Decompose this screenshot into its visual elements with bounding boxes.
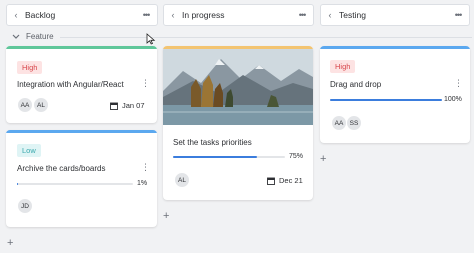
chevron-left-icon[interactable]: ‹ <box>7 10 25 20</box>
card-color-bar <box>6 130 157 133</box>
calendar-icon <box>110 102 118 110</box>
more-horizontal-icon[interactable]: ••• <box>291 10 313 20</box>
column-title: Backlog <box>25 10 56 20</box>
calendar-icon <box>267 177 275 185</box>
column-title: Testing <box>339 10 366 20</box>
chevron-down-icon[interactable] <box>12 34 20 40</box>
more-vertical-icon[interactable]: ⋮ <box>141 163 150 172</box>
column-title: In progress <box>182 10 225 20</box>
progress-fill <box>173 156 257 158</box>
column-header-testing: ‹ Testing ••• <box>320 4 470 26</box>
column-header-in-progress: ‹ In progress ••• <box>163 4 314 26</box>
add-card-button[interactable]: + <box>320 154 326 165</box>
card-cover-image <box>163 49 313 125</box>
card-title: Integration with Angular/React <box>17 80 124 89</box>
progress-value: 100% <box>444 96 462 103</box>
avatar: AL <box>174 172 190 188</box>
more-horizontal-icon[interactable]: ••• <box>447 10 469 20</box>
chevron-left-icon[interactable]: ‹ <box>321 10 339 20</box>
task-card[interactable]: High Integration with Angular/React ⋮ AA… <box>6 46 157 123</box>
progress-bar <box>17 183 133 185</box>
card-title: Set the tasks priorities <box>173 138 252 147</box>
column-header-backlog: ‹ Backlog ••• <box>6 4 158 26</box>
progress-value: 75% <box>289 153 304 160</box>
avatar: AA <box>17 97 33 113</box>
avatar: SS <box>346 115 362 131</box>
due-date: Dec 21 <box>267 176 303 185</box>
task-card[interactable]: Low Archive the cards/boards ⋮ 1% JD <box>6 130 157 227</box>
due-date-text: Jan 07 <box>122 101 145 110</box>
progress-bar <box>173 156 285 158</box>
task-card[interactable]: Set the tasks priorities 75% AL Dec 21 <box>163 46 313 200</box>
progress-fill <box>330 99 442 101</box>
priority-tag: Low <box>17 144 41 157</box>
progress-bar <box>330 99 442 101</box>
add-card-button[interactable]: + <box>163 211 169 222</box>
card-title: Archive the cards/boards <box>17 164 106 173</box>
swimlane-header[interactable]: Feature <box>12 32 54 41</box>
due-date-text: Dec 21 <box>279 176 303 185</box>
more-horizontal-icon[interactable]: ••• <box>135 10 157 20</box>
card-title: Drag and drop <box>330 80 382 89</box>
add-swimlane-button[interactable]: + <box>7 238 13 249</box>
priority-tag: High <box>17 61 43 74</box>
avatar: AL <box>33 97 49 113</box>
avatar: JD <box>17 198 33 214</box>
progress-fill <box>17 183 19 185</box>
priority-tag: High <box>330 60 356 73</box>
mouse-cursor-icon <box>146 33 156 45</box>
swimlane-divider <box>60 37 472 38</box>
card-color-bar <box>6 46 157 49</box>
chevron-left-icon[interactable]: ‹ <box>164 10 182 20</box>
more-vertical-icon[interactable]: ⋮ <box>454 79 463 88</box>
progress-value: 1% <box>137 180 148 187</box>
task-card[interactable]: High Drag and drop ⋮ 100% AA SS <box>320 46 470 143</box>
more-vertical-icon[interactable]: ⋮ <box>141 79 150 88</box>
avatar: AA <box>331 115 347 131</box>
due-date: Jan 07 <box>110 101 145 110</box>
swimlane-label: Feature <box>26 32 54 41</box>
card-color-bar <box>320 46 470 49</box>
